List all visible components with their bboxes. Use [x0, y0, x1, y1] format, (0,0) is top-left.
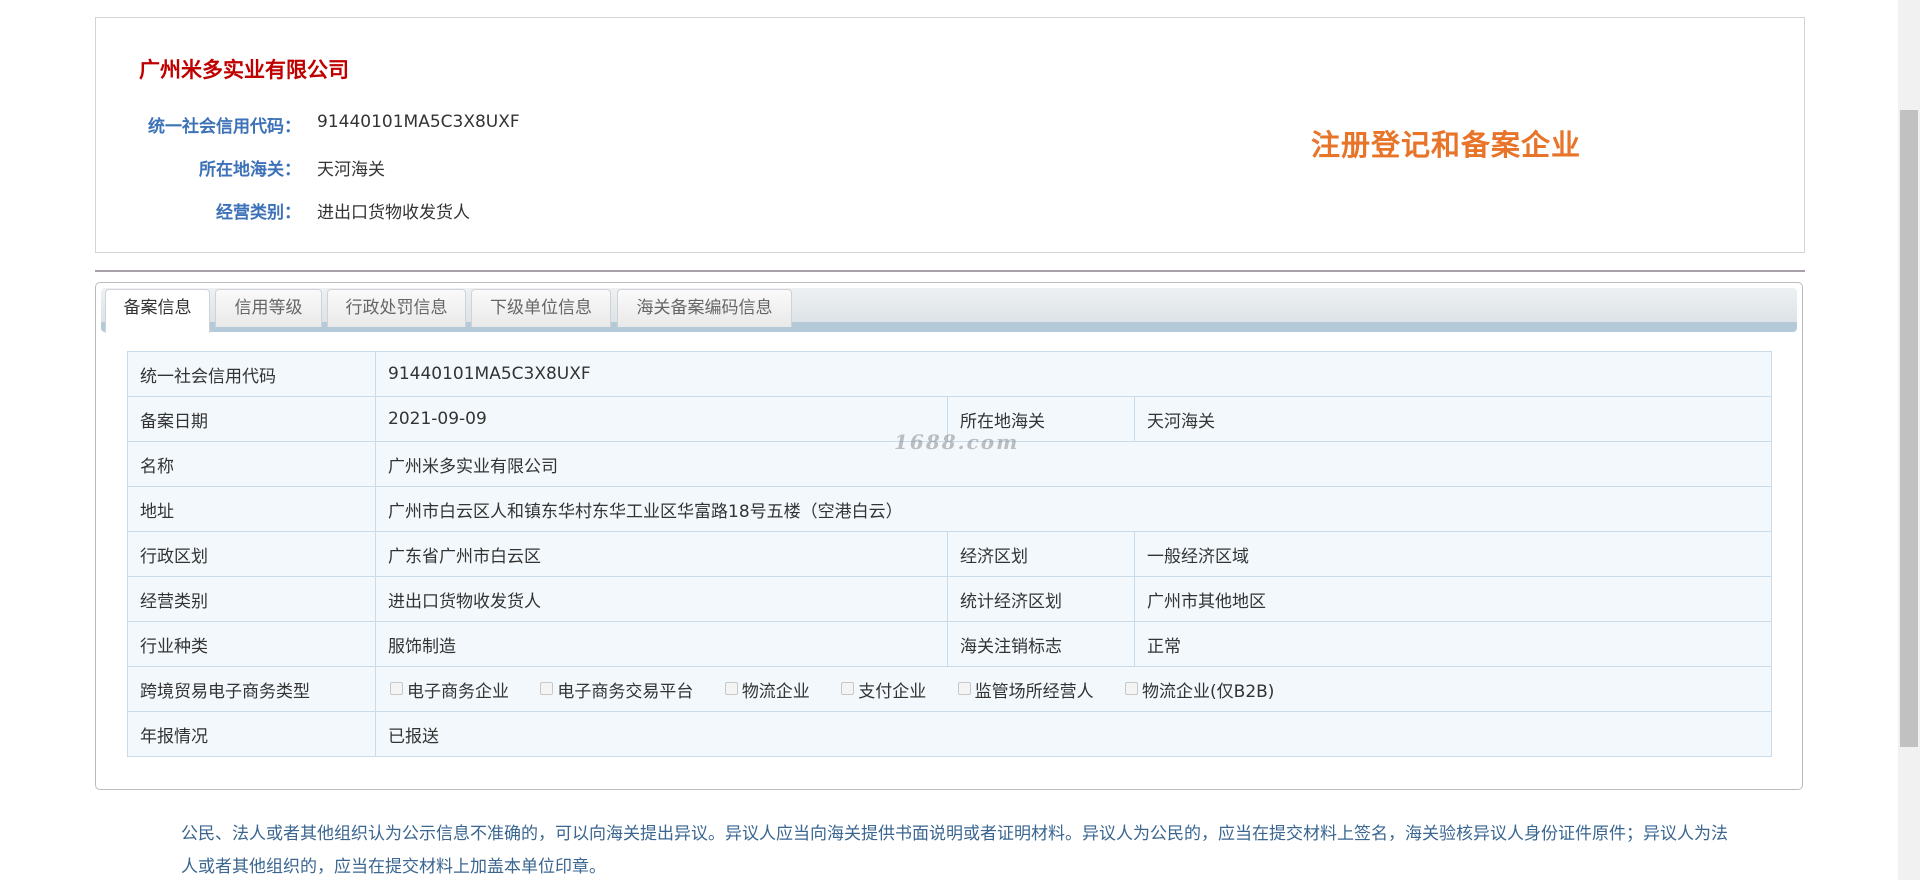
- ecommerce-option[interactable]: 电子商务交易平台: [538, 681, 694, 702]
- ecommerce-option[interactable]: 电子商务企业: [388, 681, 509, 702]
- checkbox[interactable]: [540, 681, 554, 695]
- cell-label: 经济区划: [947, 531, 1135, 577]
- objection-notice: 公民、法人或者其他组织认为公示信息不准确的，可以向海关提出异议。异议人应当向海关…: [181, 824, 1728, 877]
- scrollbar[interactable]: [1898, 0, 1920, 880]
- option-label: 监管场所经营人: [974, 681, 1094, 702]
- summary-label: 所在地海关：: [199, 160, 301, 180]
- cell-value: 广州米多实业有限公司: [375, 441, 1772, 487]
- summary-value: 进出口货物收发货人: [317, 203, 470, 223]
- ecommerce-option[interactable]: 物流企业: [723, 681, 810, 702]
- cell-value: 正常: [1134, 621, 1772, 667]
- table-row: 经营类别 进出口货物收发货人 统计经济区划 广州市其他地区: [127, 576, 1772, 622]
- option-label: 支付企业: [858, 681, 927, 702]
- cell-label: 备案日期: [127, 396, 376, 442]
- cell-label: 年报情况: [127, 711, 376, 757]
- tab-penalty-info[interactable]: 行政处罚信息: [327, 289, 466, 327]
- option-label: 电子商务企业: [407, 681, 509, 702]
- cell-value: 广州市其他地区: [1134, 576, 1772, 622]
- ecommerce-option[interactable]: 支付企业: [839, 681, 927, 702]
- cell-value: 服饰制造: [375, 621, 948, 667]
- ecommerce-option[interactable]: 物流企业(仅B2B): [1123, 681, 1275, 702]
- cell-label: 行政区划: [127, 531, 376, 577]
- option-label: 电子商务交易平台: [557, 681, 694, 702]
- cell-label: 名称: [127, 441, 376, 487]
- cell-value: 广州市白云区人和镇东华村东华工业区华富路18号五楼（空港白云）: [375, 486, 1772, 532]
- table-row: 行政区划 广东省广州市白云区 经济区划 一般经济区域: [127, 531, 1772, 577]
- summary-value: 天河海关: [317, 160, 385, 180]
- record-info-table: 统一社会信用代码 91440101MA5C3X8UXF 备案日期 2021-09…: [127, 351, 1772, 757]
- summary-label: 统一社会信用代码：: [148, 117, 301, 137]
- cell-value: 2021-09-09: [375, 396, 948, 442]
- tab-customs-code-info[interactable]: 海关备案编码信息: [617, 289, 792, 327]
- company-name-title: 广州米多实业有限公司: [139, 58, 349, 82]
- cell-label: 统计经济区划: [947, 576, 1135, 622]
- tab-record-info[interactable]: 备案信息: [105, 289, 210, 333]
- cell-label: 地址: [127, 486, 376, 532]
- company-summary-card: 广州米多实业有限公司 统一社会信用代码： 91440101MA5C3X8UXF …: [95, 17, 1805, 253]
- cell-value: 天河海关: [1134, 396, 1772, 442]
- cell-label: 跨境贸易电子商务类型: [127, 666, 376, 712]
- section-divider: [95, 270, 1805, 272]
- cell-label: 行业种类: [127, 621, 376, 667]
- cell-value: 91440101MA5C3X8UXF: [375, 351, 1772, 397]
- checkbox[interactable]: [841, 681, 855, 695]
- scrollbar-thumb[interactable]: [1900, 110, 1918, 747]
- table-row: 跨境贸易电子商务类型 电子商务企业 电子商务交易平台 物流企业 支付企业 监管场…: [127, 666, 1772, 712]
- cell-label: 经营类别: [127, 576, 376, 622]
- cell-value: 一般经济区域: [1134, 531, 1772, 577]
- ecommerce-options: 电子商务企业 电子商务交易平台 物流企业 支付企业 监管场所经营人 物流企业(仅…: [375, 666, 1772, 712]
- cell-label: 统一社会信用代码: [127, 351, 376, 397]
- table-row: 年报情况 已报送: [127, 711, 1772, 757]
- option-label: 物流企业(仅B2B): [1142, 681, 1275, 702]
- cell-value: 进出口货物收发货人: [375, 576, 948, 622]
- tab-subsidiary-info[interactable]: 下级单位信息: [471, 289, 611, 327]
- table-row: 地址 广州市白云区人和镇东华村东华工业区华富路18号五楼（空港白云）: [127, 486, 1772, 532]
- registration-stamp: 注册登记和备案企业: [1311, 128, 1582, 162]
- summary-value: 91440101MA5C3X8UXF: [317, 112, 520, 132]
- summary-label: 经营类别：: [216, 203, 301, 223]
- option-label: 物流企业: [741, 681, 810, 702]
- checkbox[interactable]: [957, 681, 971, 695]
- checkbox[interactable]: [390, 681, 403, 695]
- tab-panel: 备案信息 信用等级 行政处罚信息 下级单位信息 海关备案编码信息 统一社会信用代…: [95, 282, 1803, 790]
- checkbox[interactable]: [1125, 681, 1139, 695]
- watermark: 1688.com: [894, 430, 1020, 454]
- cell-value: 广东省广州市白云区: [375, 531, 948, 577]
- table-row: 行业种类 服饰制造 海关注销标志 正常: [127, 621, 1772, 667]
- tab-credit-level[interactable]: 信用等级: [215, 289, 322, 327]
- ecommerce-option[interactable]: 监管场所经营人: [956, 681, 1094, 702]
- table-row: 统一社会信用代码 91440101MA5C3X8UXF: [127, 351, 1772, 397]
- cell-label: 海关注销标志: [947, 621, 1135, 667]
- checkbox[interactable]: [724, 681, 738, 695]
- cell-value: 已报送: [375, 711, 1772, 757]
